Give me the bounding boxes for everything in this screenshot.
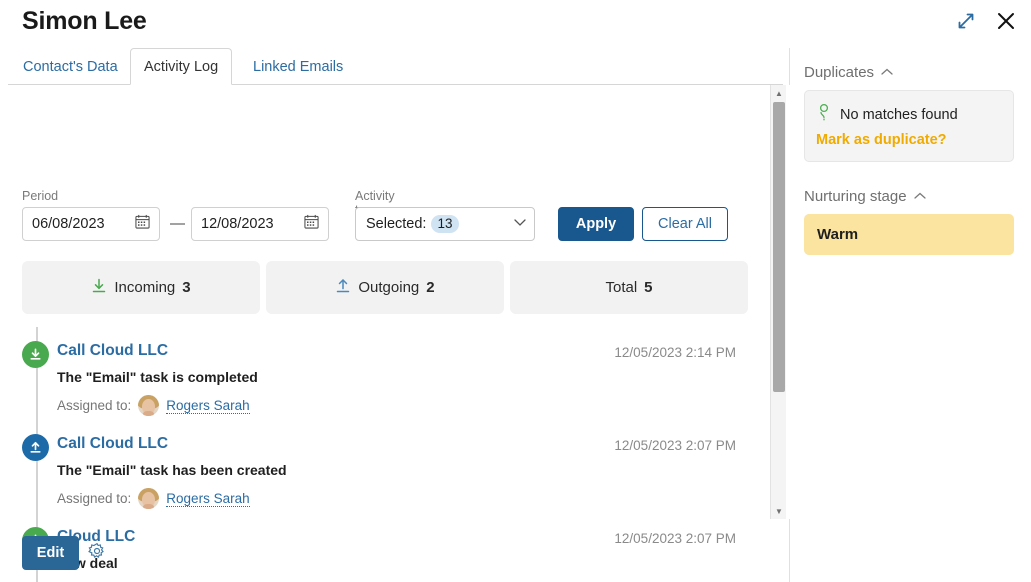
chevron-down-icon[interactable] [514, 218, 526, 230]
nurturing-heading: Nurturing stage [804, 188, 907, 205]
assigned-to-label: Assigned to: [57, 398, 132, 413]
expand-arrows-icon[interactable] [953, 8, 979, 34]
mark-as-duplicate-link[interactable]: Mark as duplicate? [816, 132, 1002, 148]
date-from-value: 06/08/2023 [32, 216, 105, 232]
clear-all-button[interactable]: Clear All [642, 207, 728, 241]
activity-title-link[interactable]: Call Cloud LLC [57, 342, 168, 360]
apply-button[interactable]: Apply [558, 207, 634, 241]
side-panel: Duplicates No matches found Mark as dupl… [790, 48, 1031, 582]
stat-value: 3 [182, 279, 191, 296]
nurturing-section: Nurturing stage Warm [804, 188, 1014, 255]
activity-assignee-row: Assigned to: Rogers Sarah [57, 395, 250, 416]
avatar [138, 395, 160, 416]
nurturing-stage-chip[interactable]: Warm [804, 214, 1014, 255]
duplicates-section-header[interactable]: Duplicates [804, 64, 1014, 81]
scroll-down-icon[interactable]: ▼ [771, 503, 787, 519]
period-label: Period [22, 189, 59, 203]
caret-up-icon[interactable] [881, 67, 893, 79]
tab-label: Contact's Data [23, 58, 118, 75]
stat-label: Outgoing [358, 279, 420, 296]
date-to-value: 12/08/2023 [201, 216, 274, 232]
upload-arrow-icon [22, 434, 49, 461]
close-icon[interactable] [993, 8, 1019, 34]
tab-contacts-data[interactable]: Contact's Data [10, 48, 131, 85]
edit-button[interactable]: Edit [22, 536, 79, 570]
activity-description: The "Email" task is completed [57, 369, 258, 385]
activity-type-value: Selected: [366, 216, 427, 232]
activity-timestamp: 12/05/2023 2:07 PM [614, 438, 736, 453]
activity-log-pane: Period 06/08/2023 — 12/08/2023 Activity … [0, 85, 790, 582]
action-footer: Edit [0, 520, 790, 582]
download-arrow-icon [91, 278, 107, 298]
tab-linked-emails[interactable]: Linked Emails [240, 48, 356, 85]
window-controls [953, 8, 1019, 34]
stat-label: Incoming [114, 279, 176, 296]
activity-timestamp: 12/05/2023 2:14 PM [614, 345, 736, 360]
tab-label: Linked Emails [253, 58, 344, 75]
page-title: Simon Lee [22, 7, 147, 35]
tab-label: Activity Log [144, 58, 219, 75]
edit-label: Edit [36, 545, 65, 561]
stat-value: 5 [644, 279, 653, 296]
assignee-link[interactable]: Rogers Sarah [166, 491, 250, 507]
download-arrow-icon [22, 341, 49, 368]
stat-tile-total[interactable]: Total 5 [510, 261, 748, 314]
activity-type-count-badge: 13 [431, 215, 459, 233]
duplicates-status-row: No matches found [816, 103, 1002, 126]
person-outline-icon [816, 103, 832, 126]
contact-detail-window: Simon Lee Contact's Data Activity Log Li… [0, 0, 1031, 582]
upload-arrow-icon [335, 278, 351, 298]
date-to-input[interactable]: 12/08/2023 [191, 207, 329, 241]
nurturing-stage-value: Warm [817, 226, 859, 243]
stat-label: Total [605, 279, 638, 296]
gear-icon[interactable] [88, 542, 106, 565]
calendar-icon[interactable] [304, 214, 319, 234]
activity-title-link[interactable]: Call Cloud LLC [57, 435, 168, 453]
caret-up-icon[interactable] [913, 191, 926, 203]
duplicates-card: No matches found Mark as duplicate? [804, 90, 1014, 162]
window-header: Simon Lee [0, 0, 1031, 48]
stat-tile-incoming[interactable]: Incoming 3 [22, 261, 260, 314]
date-range-separator: — [170, 215, 185, 232]
clear-all-label: Clear All [658, 216, 712, 232]
nurturing-section-header[interactable]: Nurturing stage [804, 188, 1014, 205]
activity-type-select[interactable]: Selected: 13 [355, 207, 535, 241]
apply-label: Apply [575, 216, 617, 232]
main-scrollbar[interactable]: ▲ ▼ [770, 85, 786, 519]
stat-tile-outgoing[interactable]: Outgoing 2 [266, 261, 504, 314]
tab-activity-log[interactable]: Activity Log [130, 48, 233, 85]
duplicates-status-text: No matches found [840, 106, 958, 123]
calendar-icon[interactable] [135, 214, 150, 234]
date-from-input[interactable]: 06/08/2023 [22, 207, 160, 241]
scrollbar-thumb[interactable] [773, 102, 785, 392]
scroll-up-icon[interactable]: ▲ [771, 85, 787, 101]
activity-description: The "Email" task has been created [57, 462, 287, 478]
activity-assignee-row: Assigned to: Rogers Sarah [57, 488, 250, 509]
stat-value: 2 [426, 279, 435, 296]
avatar [138, 488, 160, 509]
duplicates-heading: Duplicates [804, 64, 875, 81]
assignee-link[interactable]: Rogers Sarah [166, 398, 250, 414]
activity-summary-tiles: Incoming 3 Outgoing 2 Total 5 [22, 261, 748, 314]
assigned-to-label: Assigned to: [57, 491, 132, 506]
